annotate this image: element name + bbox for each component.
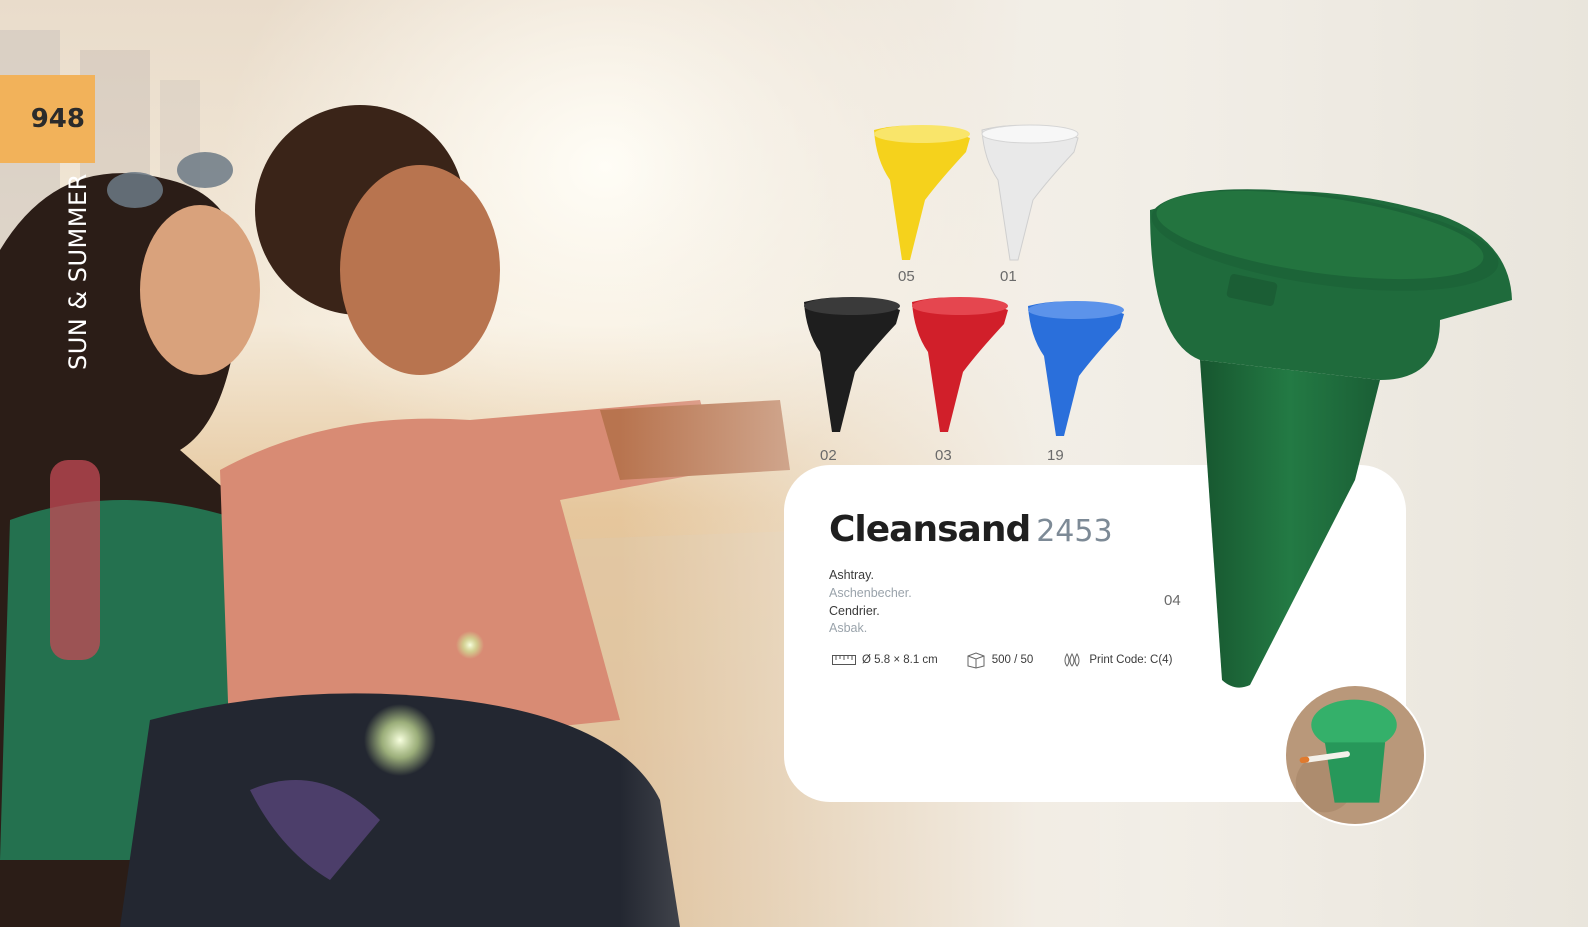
variant-white (978, 120, 1083, 265)
variant-blue (1024, 296, 1129, 441)
description-nl: Asbak. (829, 621, 868, 636)
variant-red (908, 292, 1013, 437)
product-hero-image (1140, 180, 1520, 700)
print-drops-icon (1064, 652, 1080, 667)
catalog-page: 948 SUN & SUMMER 05 01 02 03 19 Cleansan… (0, 0, 1588, 927)
variant-yellow (870, 120, 975, 265)
spec-packing-value: 500 / 50 (991, 654, 1034, 666)
variant-code-05: 05 (898, 268, 915, 285)
section-label: SUN & SUMMER (64, 173, 92, 370)
description-en: Ashtray. (829, 568, 874, 582)
product-descriptions: Ashtray. Aschenbecher. Cendrier. Asbak. (829, 567, 912, 638)
spec-packing: 500 / 50 (966, 651, 1034, 669)
ruler-icon (832, 655, 856, 665)
description-fr: Cendrier. (829, 603, 880, 618)
product-name: Cleansand (829, 509, 1031, 550)
variant-code-01: 01 (1000, 268, 1017, 285)
variant-black (800, 292, 905, 437)
box-icon (967, 652, 985, 669)
description-de: Aschenbecher. (829, 585, 912, 600)
page-number-tab: 948 (0, 75, 95, 163)
page-number: 948 (30, 104, 85, 134)
product-detail-image (1284, 684, 1426, 826)
variant-code-03: 03 (935, 447, 952, 464)
product-ref: 2453 (1036, 514, 1113, 549)
spec-size: Ø 5.8 × 8.1 cm (832, 654, 938, 666)
variant-code-02: 02 (820, 447, 837, 464)
spec-size-value: Ø 5.8 × 8.1 cm (862, 654, 938, 666)
product-title: Cleansand 2453 (829, 509, 1113, 550)
variant-code-19: 19 (1047, 447, 1064, 464)
